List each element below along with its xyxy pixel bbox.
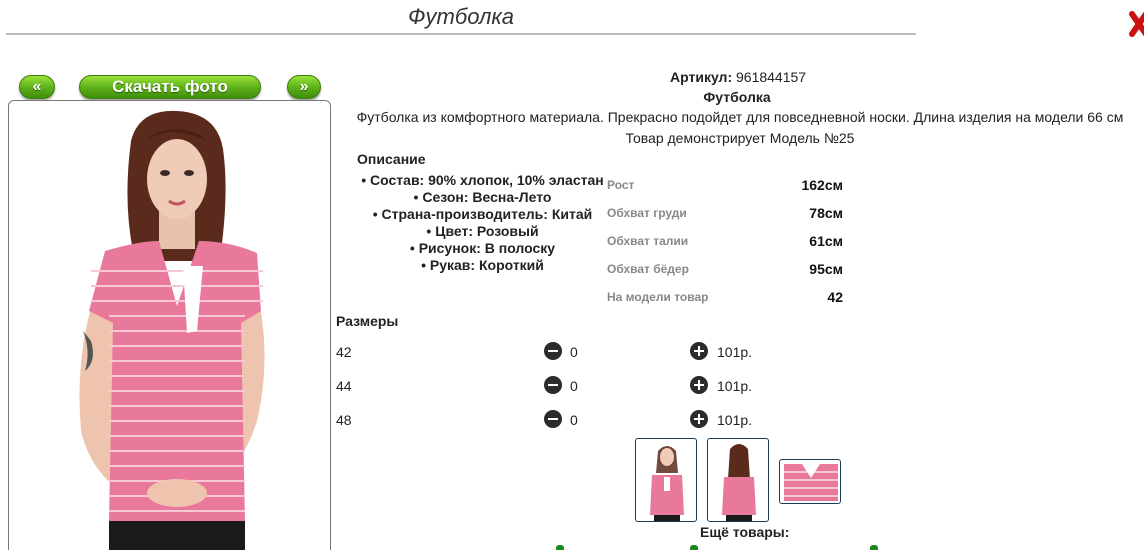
main-product-photo bbox=[8, 100, 331, 550]
measurement-row: Обхват груди 78см bbox=[607, 199, 843, 227]
attribute-list: Состав: 90% хлопок, 10% эластан Сезон: В… bbox=[345, 172, 620, 274]
price-value: 101р. bbox=[717, 378, 753, 394]
measurement-label: Рост bbox=[607, 178, 635, 192]
thumbnail-front[interactable] bbox=[635, 438, 697, 522]
size-label: 44 bbox=[336, 378, 352, 394]
size-label: 42 bbox=[336, 344, 352, 360]
measurement-row: На модели товар 42 bbox=[607, 283, 843, 311]
measurement-row: Обхват бёдер 95см bbox=[607, 255, 843, 283]
size-row: 44 0 101р. bbox=[336, 376, 766, 398]
attribute-season: Сезон: Весна-Лето bbox=[345, 189, 620, 206]
sku-value: 961844157 bbox=[736, 69, 807, 85]
measurement-label: Обхват бёдер bbox=[607, 262, 689, 276]
more-products-marker bbox=[556, 545, 564, 550]
size-row: 48 0 101р. bbox=[336, 410, 766, 432]
more-products-marker bbox=[870, 545, 878, 550]
minus-icon[interactable] bbox=[544, 410, 562, 428]
measurement-value: 78см bbox=[809, 205, 843, 221]
sizes-heading: Размеры bbox=[336, 313, 399, 329]
minus-icon[interactable] bbox=[544, 342, 562, 360]
price-value: 101р. bbox=[717, 412, 753, 428]
plus-icon[interactable] bbox=[690, 410, 708, 428]
measurement-value: 42 bbox=[827, 289, 843, 305]
sku-label: Артикул: bbox=[670, 69, 733, 85]
plus-icon[interactable] bbox=[690, 342, 708, 360]
product-name: Футболка bbox=[703, 89, 771, 105]
attribute-sleeve: Рукав: Короткий bbox=[345, 257, 620, 274]
measurement-label: Обхват талии bbox=[607, 234, 689, 248]
thumbnail-back[interactable] bbox=[707, 438, 769, 522]
attribute-country: Страна-производитель: Китай bbox=[345, 206, 620, 223]
product-description: Футболка из комфортного материала. Прекр… bbox=[356, 109, 1124, 125]
measurement-row: Обхват талии 61см bbox=[607, 227, 843, 255]
model-measurements: Рост 162см Обхват груди 78см Обхват тали… bbox=[607, 171, 843, 311]
more-products-heading: Ещё товары: bbox=[700, 524, 790, 540]
size-label: 48 bbox=[336, 412, 352, 428]
quantity-value: 0 bbox=[570, 412, 578, 428]
measurement-label: Обхват груди bbox=[607, 206, 687, 220]
measurement-value: 61см bbox=[809, 233, 843, 249]
measurement-value: 162см bbox=[801, 177, 843, 193]
attribute-composition: Состав: 90% хлопок, 10% эластан bbox=[345, 172, 620, 189]
measurement-label: На модели товар bbox=[607, 290, 709, 304]
more-products-marker bbox=[690, 545, 698, 550]
plus-icon[interactable] bbox=[690, 376, 708, 394]
size-row: 42 0 101р. bbox=[336, 342, 766, 364]
page-title: Футболка bbox=[6, 4, 916, 35]
minus-icon[interactable] bbox=[544, 376, 562, 394]
attribute-pattern: Рисунок: В полоску bbox=[345, 240, 620, 257]
quantity-value: 0 bbox=[570, 344, 578, 360]
close-icon[interactable] bbox=[1128, 10, 1144, 38]
sku: Артикул: 961844157 bbox=[670, 69, 806, 85]
model-note: Товар демонстрирует Модель №25 bbox=[625, 130, 855, 146]
quantity-value: 0 bbox=[570, 378, 578, 394]
measurement-value: 95см bbox=[809, 261, 843, 277]
thumbnail-detail[interactable] bbox=[779, 459, 841, 504]
description-heading: Описание bbox=[357, 151, 426, 167]
measurement-row: Рост 162см bbox=[607, 171, 843, 199]
price-value: 101р. bbox=[717, 344, 753, 360]
attribute-color: Цвет: Розовый bbox=[345, 223, 620, 240]
